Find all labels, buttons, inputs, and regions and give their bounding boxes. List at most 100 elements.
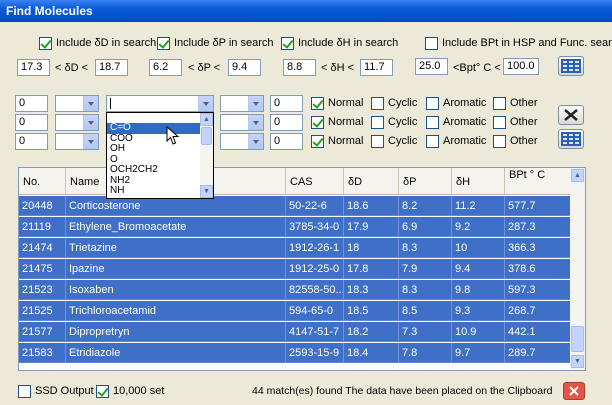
- aromatic-checkbox[interactable]: Aromatic: [426, 115, 486, 129]
- checkbox-box[interactable]: [426, 134, 439, 148]
- ssd-output-checkbox[interactable]: SSD Output: [18, 384, 94, 398]
- chevron-down-icon[interactable]: [83, 134, 98, 149]
- group-type-combo[interactable]: [55, 114, 99, 131]
- group-type-combo[interactable]: [55, 95, 99, 112]
- column-header[interactable]: BPt ° C: [505, 168, 571, 195]
- column-header[interactable]: δP: [399, 168, 452, 195]
- other-checkbox[interactable]: Other: [493, 96, 538, 110]
- group-type-combo[interactable]: [55, 133, 99, 150]
- scroll-up-icon[interactable]: ▲: [571, 169, 584, 182]
- include-bpt-checkbox[interactable]: Include BPt in HSP and Func. search: [425, 36, 612, 50]
- checkbox-box[interactable]: [311, 115, 324, 129]
- checkbox-box[interactable]: [311, 96, 324, 110]
- checkbox-box[interactable]: [96, 384, 109, 398]
- bpt-max-input[interactable]: 100.0: [503, 58, 539, 75]
- checkbox-box[interactable]: [426, 115, 439, 129]
- checkbox-box[interactable]: [425, 36, 438, 50]
- chevron-down-icon[interactable]: [248, 96, 263, 111]
- table-cell: 18.3: [344, 280, 399, 300]
- table-cell: Trietazine: [66, 238, 286, 258]
- group-count-input-2[interactable]: 0: [270, 95, 303, 112]
- scroll-down-icon[interactable]: ▼: [571, 355, 584, 368]
- other-checkbox[interactable]: Other: [493, 115, 538, 129]
- table-row[interactable]: 21474 Trietazine 1912-26-1 18 8.3 10 366.3: [19, 238, 571, 258]
- checkbox-box[interactable]: [18, 384, 31, 398]
- set-10000-checkbox[interactable]: 10,000 set: [96, 384, 164, 398]
- normal-checkbox[interactable]: Normal: [311, 134, 363, 148]
- table-row[interactable]: 21583 Etridiazole 2593-15-9 18.4 7.8 9.7 289.7: [19, 343, 571, 363]
- h-min-input[interactable]: 8.8: [283, 59, 316, 76]
- cyclic-checkbox[interactable]: Cyclic: [371, 134, 417, 148]
- scroll-up-icon[interactable]: ▲: [200, 113, 213, 126]
- checkbox-box[interactable]: [493, 96, 506, 110]
- chevron-down-icon[interactable]: [248, 134, 263, 149]
- clear-button[interactable]: [558, 105, 584, 125]
- checkbox-box[interactable]: [281, 36, 294, 50]
- column-header[interactable]: δD: [344, 168, 399, 195]
- group-type-combo-2[interactable]: [220, 114, 264, 131]
- checkbox-box[interactable]: [493, 134, 506, 148]
- table-row[interactable]: 21525 Trichloroacetamid 594-65-0 18.5 8.5 9.3…: [19, 301, 571, 321]
- table-cell: 11.2: [452, 196, 505, 216]
- calculator-button-2[interactable]: [558, 129, 584, 149]
- normal-checkbox[interactable]: Normal: [311, 96, 363, 110]
- group-count-input-2[interactable]: 0: [270, 114, 303, 131]
- checkbox-box[interactable]: [39, 36, 52, 50]
- aromatic-checkbox[interactable]: Aromatic: [426, 96, 486, 110]
- column-header[interactable]: δH: [452, 168, 505, 195]
- bpt-min-input[interactable]: 25.0: [415, 58, 448, 75]
- normal-checkbox[interactable]: Normal: [311, 115, 363, 129]
- dropdown-option[interactable]: NH: [107, 186, 213, 197]
- include-h-checkbox[interactable]: Include δH in search: [281, 36, 398, 50]
- table-row[interactable]: 21523 Isoxaben 82558-50... 18.3 8.3 9.8 597.3: [19, 280, 571, 300]
- group-type-combo-2[interactable]: [220, 133, 264, 150]
- results-table[interactable]: No. Name CAS δD δP δH BPt ° C 20448 Corticoster…: [18, 167, 586, 371]
- cyclic-checkbox[interactable]: Cyclic: [371, 96, 417, 110]
- close-button[interactable]: [563, 382, 585, 400]
- chevron-down-icon[interactable]: [248, 115, 263, 130]
- empty-row: [19, 364, 571, 370]
- d-max-input[interactable]: 18.7: [95, 59, 128, 76]
- group-dropdown-list[interactable]: C=O COO OH O OCH2CH2 NH2 NH ▲ ▼: [106, 112, 214, 199]
- group-type-combo-2[interactable]: [220, 95, 264, 112]
- dropdown-option[interactable]: C=O: [107, 123, 213, 134]
- checkbox-box[interactable]: [493, 115, 506, 129]
- checkbox-box[interactable]: [371, 115, 384, 129]
- checkbox-box[interactable]: [371, 134, 384, 148]
- checkbox-box[interactable]: [311, 134, 324, 148]
- checkbox-box[interactable]: [371, 96, 384, 110]
- dropdown-scrollbar[interactable]: ▲ ▼: [200, 113, 213, 198]
- dropdown-option[interactable]: OCH2CH2: [107, 165, 213, 176]
- chevron-down-icon[interactable]: [83, 96, 98, 111]
- table-row[interactable]: 21577 Dipropretryn 4147-51-7 18.2 7.3 10.9 442…: [19, 322, 571, 342]
- column-header[interactable]: CAS: [286, 168, 344, 195]
- column-header[interactable]: No.: [19, 168, 66, 195]
- chevron-down-icon[interactable]: [83, 115, 98, 130]
- checkbox-box[interactable]: [157, 36, 170, 50]
- p-min-input[interactable]: 6.2: [149, 59, 182, 76]
- scroll-down-icon[interactable]: ▼: [200, 185, 213, 198]
- include-d-checkbox[interactable]: Include δD in search: [39, 36, 156, 50]
- scroll-thumb[interactable]: [201, 127, 212, 145]
- dropdown-option[interactable]: OH: [107, 144, 213, 155]
- group-combo[interactable]: [106, 95, 214, 112]
- cyclic-checkbox[interactable]: Cyclic: [371, 115, 417, 129]
- other-checkbox[interactable]: Other: [493, 134, 538, 148]
- group-count-input-2[interactable]: 0: [270, 133, 303, 150]
- group-count-input[interactable]: 0: [15, 133, 48, 150]
- chevron-down-icon[interactable]: [198, 96, 213, 111]
- h-max-input[interactable]: 11.7: [360, 59, 393, 76]
- p-max-input[interactable]: 9.4: [228, 59, 261, 76]
- table-scrollbar[interactable]: ▲ ▼: [570, 168, 585, 370]
- scroll-thumb[interactable]: [571, 326, 584, 352]
- calculator-button[interactable]: [558, 56, 584, 76]
- table-row[interactable]: 20448 Corticosterone 50-22-6 18.6 8.2 11.2 577…: [19, 196, 571, 216]
- group-count-input[interactable]: 0: [15, 114, 48, 131]
- include-p-checkbox[interactable]: Include δP in search: [157, 36, 273, 50]
- group-count-input[interactable]: 0: [15, 95, 48, 112]
- checkbox-box[interactable]: [426, 96, 439, 110]
- d-min-input[interactable]: 17.3: [17, 59, 50, 76]
- table-row[interactable]: 21119 Ethylene_Bromoacetate 3785-34-0 17.9 6…: [19, 217, 571, 237]
- aromatic-checkbox[interactable]: Aromatic: [426, 134, 486, 148]
- table-row[interactable]: 21475 Ipazine 1912-25-0 17.8 7.9 9.4 378.6: [19, 259, 571, 279]
